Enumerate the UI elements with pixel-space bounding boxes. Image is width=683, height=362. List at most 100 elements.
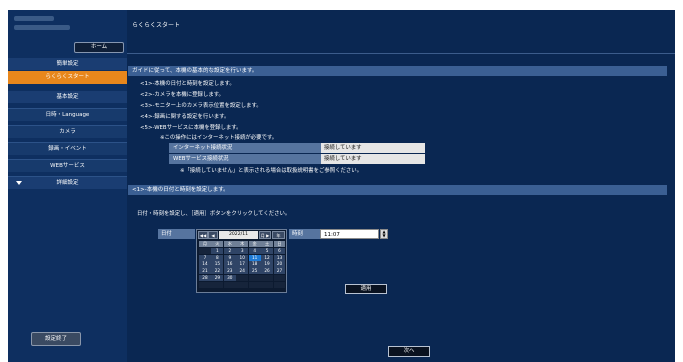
calendar-weekday: 水 (223, 241, 236, 248)
calendar-day[interactable]: 29 (211, 274, 224, 282)
calendar-empty-cell (199, 281, 211, 289)
sidebar-item-advanced-settings[interactable]: 詳細設定 (8, 176, 127, 189)
sidebar-item-web-service[interactable]: WEBサービス (8, 159, 127, 172)
calendar-day[interactable]: 6 (273, 247, 286, 255)
guide-step-5: <5>-WEBサービスに本機を登録します。 (140, 125, 242, 131)
settings-end-button[interactable]: 設定終了 (31, 332, 81, 346)
calendar-week-row (199, 281, 286, 289)
calendar-month: 2022/11 (219, 231, 258, 239)
calendar-day[interactable]: 13 (273, 254, 286, 261)
time-input[interactable]: 11:07 (320, 229, 379, 239)
brand-logo (14, 16, 84, 38)
calendar-weekday: 月 (199, 241, 211, 248)
calendar-day[interactable]: 27 (273, 268, 286, 275)
sidebar-group-easy-setup[interactable]: 簡単設定 (8, 58, 127, 70)
guide-step-4: <4>-録画に関する設定を行います。 (140, 114, 230, 120)
home-button[interactable]: ホーム (74, 42, 124, 53)
time-spinner[interactable]: ▲ ▼ (380, 229, 388, 239)
sidebar-item-datetime-language[interactable]: 日時・Language (8, 108, 127, 121)
calendar-day[interactable]: 17 (236, 261, 249, 268)
calendar-empty-cell (248, 281, 261, 289)
calendar-weekday: 日 (273, 241, 286, 248)
calendar-day[interactable]: 5 (261, 247, 274, 255)
calendar-day[interactable]: 18 (248, 261, 261, 268)
table-row: WEBサービス接続状況 接続しています (169, 154, 425, 164)
calendar-day[interactable]: 7 (199, 254, 211, 261)
calendar-day[interactable]: 2 (223, 247, 236, 255)
datetime-heading: <1>-本機の日付と時刻を設定します。 (128, 185, 667, 195)
date-label: 日付 (158, 229, 195, 239)
calendar-day[interactable]: 21 (199, 268, 211, 275)
guide-step-1: <1>-本機の日付と時刻を設定します。 (140, 81, 235, 87)
calendar-weekday: 金 (248, 241, 261, 248)
sidebar-item-camera[interactable]: カメラ (8, 125, 127, 138)
calendar-day[interactable]: 16 (223, 261, 236, 268)
guide-step-3: <3>-モニター上のカメラ表示位置を設定します。 (140, 103, 262, 109)
calendar-week-row: 123456 (199, 247, 286, 255)
calendar-empty-cell (273, 274, 286, 282)
calendar-week-row: 7 8 9 10 11 12 13 (199, 254, 286, 261)
guide-step-2: <2>-カメラを本機に登録します。 (140, 92, 224, 98)
sidebar: ホーム 簡単設定 らくらくスタート 基本設定 日時・Language カメラ 録… (8, 10, 127, 362)
spin-down-icon[interactable]: ▼ (381, 234, 387, 238)
calendar-day[interactable]: 24 (236, 268, 249, 275)
calendar-day[interactable]: 10 (236, 254, 249, 261)
calendar-empty-cell (261, 274, 274, 282)
next-year-button[interactable]: 年 ▶▶ (272, 231, 285, 246)
calendar-empty-cell (261, 281, 274, 289)
calendar-empty-cell (236, 281, 249, 289)
calendar-day[interactable]: 30 (223, 274, 236, 282)
calendar-week-row: 28 29 30 (199, 274, 286, 282)
sidebar-item-raku-start[interactable]: らくらくスタート (8, 71, 127, 84)
guide-heading: ガイドに従って、本機の基本的な設定を行います。 (128, 66, 667, 76)
calendar-weekday: 木 (236, 241, 249, 248)
calendar-day[interactable]: 14 (199, 261, 211, 268)
calendar-day[interactable]: 19 (261, 261, 274, 268)
calendar-day[interactable]: 22 (211, 268, 224, 275)
calendar-empty-cell (223, 281, 236, 289)
calendar-day[interactable]: 23 (223, 268, 236, 275)
calendar-empty-cell (273, 281, 286, 289)
calendar-day[interactable]: 9 (223, 254, 236, 261)
table-row: インターネット接続状況 接続しています (169, 143, 425, 153)
sidebar-item-recording-event[interactable]: 録画・イベント (8, 142, 127, 155)
page-title: らくらくスタート (132, 22, 181, 29)
calendar-day[interactable]: 11 (248, 254, 261, 261)
calendar-day[interactable]: 12 (261, 254, 274, 261)
calendar-day[interactable]: 8 (211, 254, 224, 261)
calendar-empty-cell (211, 281, 224, 289)
next-button[interactable]: 次へ (388, 346, 430, 357)
apply-button[interactable]: 適用 (345, 284, 387, 294)
datetime-instruction: 日付・時刻を設定し、［適用］ボタンをクリックしてください。 (137, 211, 291, 217)
web-service-status-value: 接続しています (321, 154, 425, 164)
header-divider (127, 53, 675, 54)
calendar-day[interactable]: 3 (236, 247, 249, 255)
calendar-day[interactable]: 26 (261, 268, 274, 275)
internet-required-note: ※この操作にはインターネット接続が必要です。 (160, 135, 278, 141)
status-help-note: ※「接続していません」と表示される場合は取扱説明書をご参照ください。 (180, 168, 363, 174)
prev-month-button[interactable]: ◀ 月 (208, 231, 218, 246)
internet-status-value: 接続しています (321, 143, 425, 153)
triangle-down-icon (16, 181, 22, 185)
sidebar-group-basic-setup[interactable]: 基本設定 (8, 91, 127, 103)
calendar-day[interactable]: 28 (199, 274, 211, 282)
sidebar-item-label: 詳細設定 (56, 180, 79, 186)
calendar-empty-cell (199, 247, 211, 255)
prev-year-button[interactable]: ◀◀ 年 (198, 231, 208, 246)
next-month-button[interactable]: 月 ▶ (259, 231, 271, 239)
calendar-day[interactable]: 1 (211, 247, 224, 255)
calendar-weekday-row: 月火水木金土日 (199, 241, 286, 248)
time-label: 時刻 (289, 229, 322, 239)
calendar-weekday: 火 (211, 241, 224, 248)
calendar-empty-cell (236, 274, 249, 282)
calendar-day[interactable]: 20 (273, 261, 286, 268)
calendar-day[interactable]: 25 (248, 268, 261, 275)
calendar-grid: 月火水木金土日 1 2 3 4 5 6 7 8 9 10 11 12 13 14 15 16 17 18 19 20 21… (199, 241, 286, 289)
date-calendar[interactable]: ◀◀ 年 ◀ 月 2022/11 月 ▶ 年 ▶▶ 月火水木金土日1234567… (196, 229, 287, 293)
calendar-day[interactable]: 15 (211, 261, 224, 268)
web-service-status-label: WEBサービス接続状況 (169, 154, 321, 164)
internet-status-label: インターネット接続状況 (169, 143, 321, 153)
calendar-week-row: 21 22 23 24 25 26 27 (199, 268, 286, 275)
calendar-day[interactable]: 4 (248, 247, 261, 255)
calendar-week-row: 14 15 16 17 18 19 20 (199, 261, 286, 268)
